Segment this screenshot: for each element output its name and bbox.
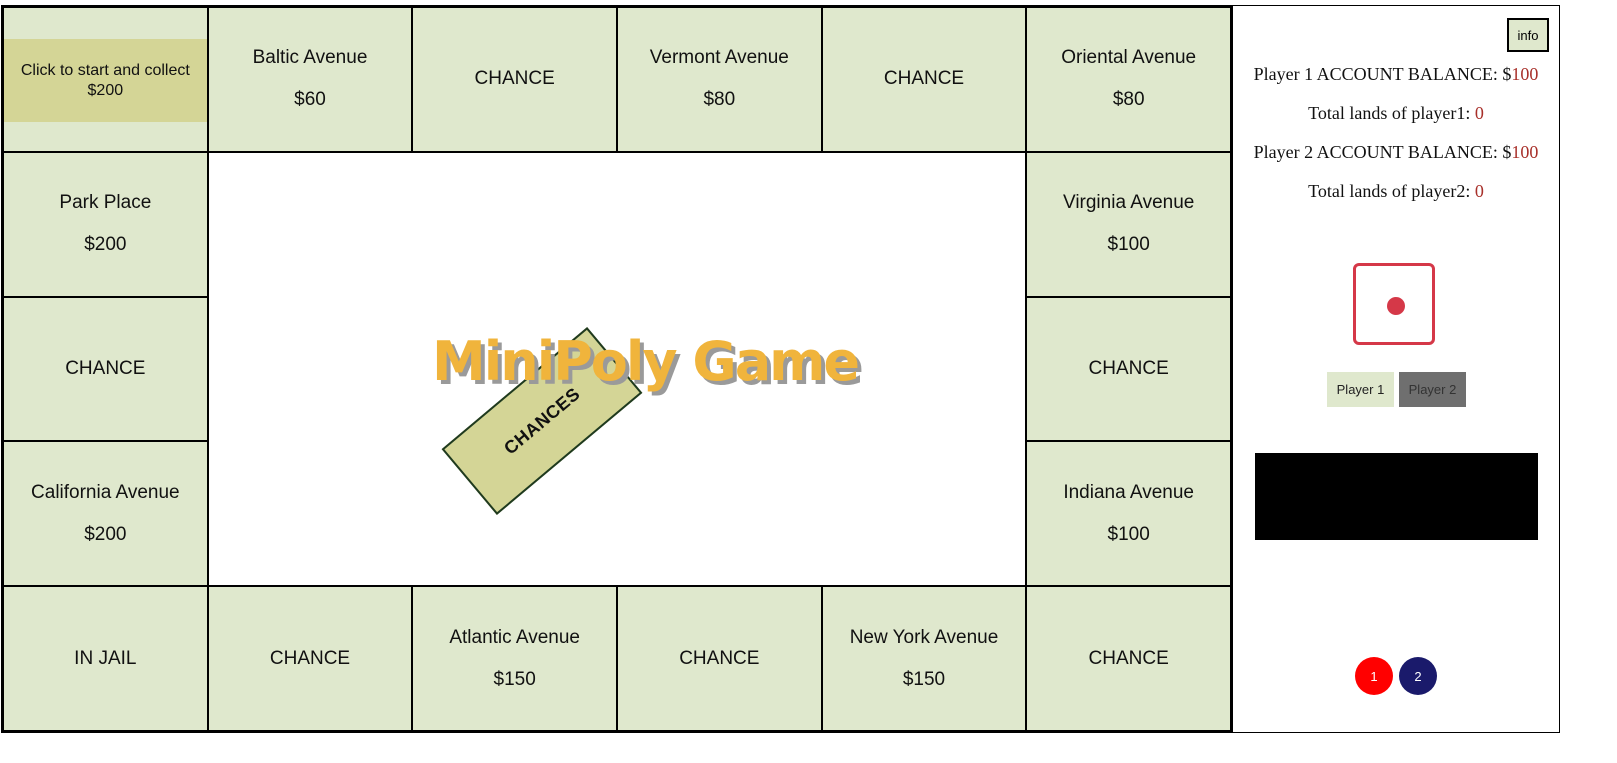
message-box [1255,453,1538,540]
player1-lands-label: Total lands of player1: [1308,103,1475,123]
space-chance: CHANCE [3,296,208,442]
space-name: IN JAIL [74,647,137,669]
player1-lands-value: 0 [1474,103,1484,123]
game-title: MiniPoly Game [432,330,860,393]
start-space: Click to start and collect $200 [3,7,208,152]
start-button[interactable]: Click to start and collect $200 [4,39,207,122]
player2-lands-value: 0 [1474,181,1484,201]
space-park-place: Park Place $200 [3,151,208,297]
space-new-york-avenue: New York Avenue $150 [821,586,1027,731]
space-chance: CHANCE [1026,296,1231,442]
space-baltic-avenue: Baltic Avenue $60 [207,7,413,152]
space-price: $60 [294,89,326,111]
space-name: Atlantic Avenue [449,626,580,648]
space-vermont-avenue: Vermont Avenue $80 [617,7,822,152]
player2-button[interactable]: Player 2 [1399,372,1466,407]
space-name: CHANCE [269,647,351,669]
player2-token: 2 [1399,657,1437,695]
player1-lands: Total lands of player1: 0 [1233,103,1559,124]
player-panel: info Player 1 ACCOUNT BALANCE: $100 Tota… [1233,5,1560,733]
space-name: CHANCE [883,68,965,90]
player2-lands: Total lands of player2: 0 [1233,181,1559,202]
space-oriental-avenue: Oriental Avenue $80 [1026,7,1231,152]
space-name: New York Avenue [849,626,999,648]
dice-pip [1387,297,1405,315]
space-price: $80 [1112,89,1145,111]
space-price: $100 [1107,523,1150,545]
space-name: CHANCE [1088,357,1169,379]
chances-card-label: CHANCES [499,383,584,458]
space-price: $100 [1107,234,1150,256]
info-button[interactable]: info [1507,18,1549,52]
space-price: $150 [902,668,946,690]
player2-lands-label: Total lands of player2: [1308,181,1475,201]
space-indiana-avenue: Indiana Avenue $100 [1026,441,1231,587]
space-virginia-avenue: Virginia Avenue $100 [1026,151,1231,297]
player2-balance: Player 2 ACCOUNT BALANCE: $100 [1233,142,1559,163]
space-chance: CHANCE [1026,586,1231,731]
space-name: Park Place [59,192,152,214]
space-name: Indiana Avenue [1063,481,1194,503]
space-name: CHANCE [679,647,760,669]
space-chance: CHANCE [207,586,413,731]
player1-balance-value: 100 [1511,64,1539,84]
space-name: Virginia Avenue [1062,192,1195,214]
space-name: CHANCE [1088,647,1169,669]
space-price: $150 [493,668,536,690]
space-atlantic-avenue: Atlantic Avenue $150 [412,586,617,731]
space-name: Oriental Avenue [1061,47,1197,69]
space-chance: CHANCE [617,586,822,731]
player2-balance-label: Player 2 ACCOUNT BALANCE: $ [1253,142,1512,162]
player1-button[interactable]: Player 1 [1327,372,1394,407]
player2-balance-value: 100 [1511,142,1539,162]
space-in-jail: IN JAIL [3,586,208,731]
space-name: CHANCE [65,357,146,379]
player1-balance-label: Player 1 ACCOUNT BALANCE: $ [1253,64,1512,84]
space-name: California Avenue [31,481,180,503]
dice[interactable] [1353,263,1435,345]
space-name: Vermont Avenue [649,47,789,69]
space-chance: CHANCE [412,7,617,152]
player1-token: 1 [1355,657,1393,695]
space-price: $200 [84,234,127,256]
space-name: Baltic Avenue [252,47,368,69]
player1-balance: Player 1 ACCOUNT BALANCE: $100 [1233,64,1559,85]
space-price: $80 [703,89,736,111]
space-name: CHANCE [474,68,555,90]
space-california-avenue: California Avenue $200 [3,441,208,587]
space-price: $200 [84,523,127,545]
space-chance: CHANCE [821,7,1027,152]
